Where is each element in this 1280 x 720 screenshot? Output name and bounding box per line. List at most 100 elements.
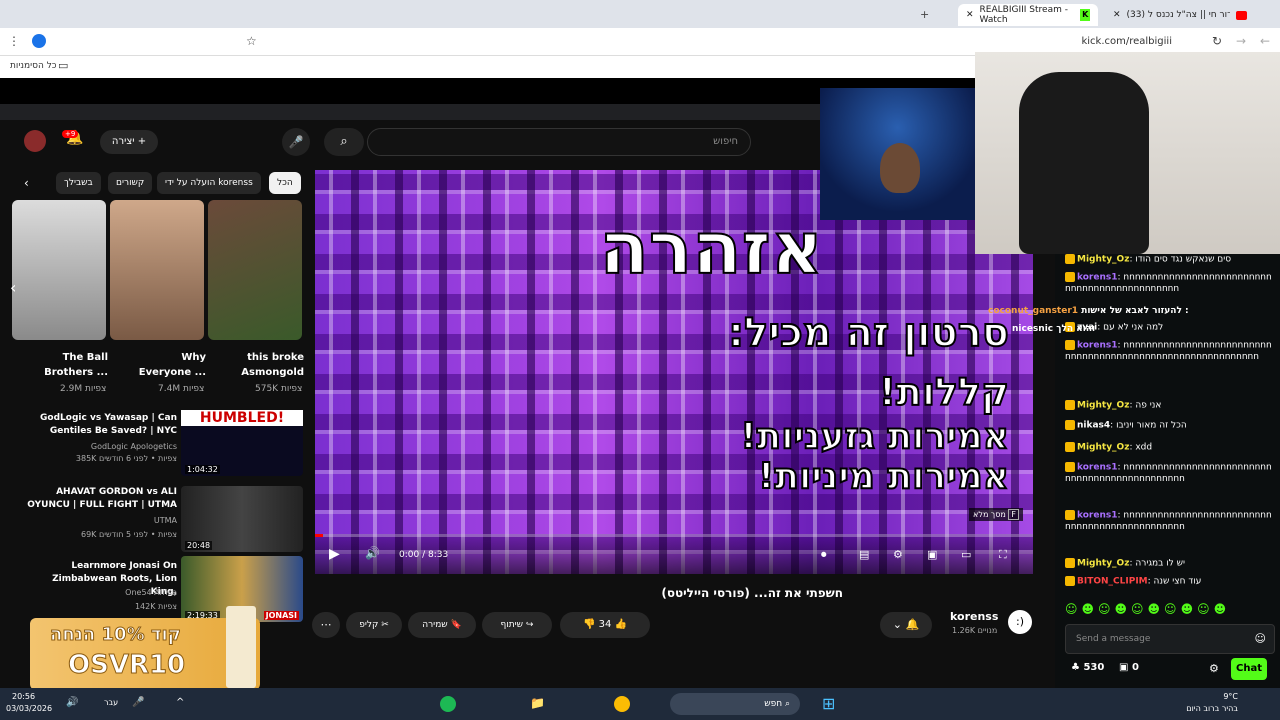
chat-message: korens1: nnnnnnnnnnnnnnnnnnnnnnnnnnnnnnn… <box>1065 462 1272 484</box>
close-icon[interactable]: ✕ <box>1113 10 1121 20</box>
tab-youtube[interactable]: ✕ (33) שידור חי || צה"ל נכנס ל <box>1105 4 1255 26</box>
video-player[interactable]: אזהרה סרטון זה מכיל: קללות! אמירות גזעני… <box>315 170 1033 574</box>
dislike-icon[interactable]: 👎 <box>583 619 595 630</box>
new-tab-icon[interactable]: + <box>920 8 929 21</box>
clock-date[interactable]: 03/03/2026 <box>6 704 52 713</box>
short-thumbnail[interactable] <box>110 200 204 340</box>
chat-username[interactable]: Mighty_Oz <box>1077 443 1129 453</box>
clip-button[interactable]: קליפ ✂ <box>346 612 402 638</box>
chat-text: xdd <box>1135 442 1153 453</box>
chat-username[interactable]: BITON_CLIPIM <box>1077 577 1148 587</box>
avatar[interactable] <box>24 130 46 152</box>
channel-avatar[interactable]: :) <box>1008 610 1032 634</box>
chevron-left-icon[interactable]: ‹ <box>24 176 29 190</box>
emote-bar[interactable]: ☺☻☺☻☺☻☺☻☺☻ <box>1065 602 1275 616</box>
taskbar-search[interactable]: חפש ⌕ <box>670 693 800 715</box>
short-title[interactable]: this broke Asmongold <box>232 350 304 380</box>
badge-icon <box>1065 576 1075 586</box>
chevron-up-icon[interactable]: ^ <box>176 697 184 708</box>
search-button[interactable]: ⌕ <box>324 128 364 156</box>
badge-icon <box>1065 400 1075 410</box>
windows-icon[interactable]: ⊞ <box>822 694 835 713</box>
mic-icon[interactable]: 🎤 <box>132 697 144 708</box>
short-title[interactable]: The Ball Brothers ... <box>36 350 108 380</box>
video-title[interactable]: AHAVAT GORDON vs ALI OYUNCU | FULL FIGHT… <box>27 486 177 512</box>
gear-icon[interactable]: ⚙ <box>1209 662 1219 675</box>
like-dislike-button[interactable]: 👎 34 👍 <box>560 612 650 638</box>
bookmarks-bar: כל הסימניות ▭ <box>0 56 975 78</box>
autoplay-toggle[interactable]: ⏺ <box>821 548 827 562</box>
time-display: 0:00 / 8:33 <box>399 550 449 560</box>
chrome-icon[interactable] <box>614 696 630 712</box>
tab-kick[interactable]: ✕ REALBIGIII Stream - Watch K <box>958 4 1098 26</box>
chat-username[interactable]: Mighty_Oz <box>1077 401 1129 411</box>
forward-icon[interactable]: → <box>1236 34 1246 48</box>
clock-time[interactable]: 20:56 <box>12 692 35 701</box>
back-icon[interactable]: ← <box>1260 34 1270 48</box>
points-display[interactable]: ♣ 530 <box>1071 662 1104 673</box>
save-button[interactable]: שמירה 🔖 <box>408 612 476 638</box>
chip-for-you[interactable]: בשבילך <box>56 172 101 194</box>
star-icon[interactable]: ☆ <box>246 34 257 48</box>
perfume-bottle-icon <box>226 606 256 688</box>
menu-icon[interactable]: ⋮ <box>8 34 20 48</box>
spotify-icon[interactable] <box>440 696 456 712</box>
short-thumbnail[interactable] <box>12 200 106 340</box>
share-button[interactable]: שיתוף ↪ <box>482 612 552 638</box>
fullscreen-icon[interactable]: ⛶ <box>999 548 1007 562</box>
cast-icon[interactable]: ▭ <box>961 548 971 561</box>
chip-uploaded-by[interactable]: הועלה על ידי korenss <box>157 172 261 194</box>
channel-name[interactable]: korenss <box>950 610 998 623</box>
chat-username[interactable]: korens1 <box>1077 463 1118 473</box>
chat-username[interactable]: korens1 <box>1077 511 1118 521</box>
subtitles-icon[interactable]: ▤ <box>859 548 869 561</box>
volume-icon[interactable]: 🔊 <box>66 697 78 708</box>
profile-icon[interactable] <box>32 34 46 48</box>
search-input[interactable]: חיפוש <box>367 128 751 156</box>
weather-temp[interactable]: 9°C <box>1223 692 1238 701</box>
video-meta: 142K צפיות <box>134 602 177 611</box>
chat-input[interactable]: Send a message ☺ <box>1065 624 1275 654</box>
mic-icon[interactable]: 🎤 <box>282 128 310 156</box>
folder-icon[interactable]: 📁 <box>530 696 545 710</box>
url-text[interactable]: kick.com/realbigiii <box>1081 36 1172 47</box>
short-views: 575K צפיות <box>255 384 303 394</box>
video-channel[interactable]: UTMA <box>27 516 177 525</box>
chip-related[interactable]: קשורים <box>108 172 153 194</box>
promo-banner: קוד 10% הנחה OSVR10 <box>30 606 260 690</box>
chat-username[interactable]: Mighty_Oz <box>1077 255 1129 265</box>
volume-icon[interactable]: 🔊 <box>365 546 380 560</box>
progress-bar[interactable] <box>315 534 1033 537</box>
chat-username[interactable]: korens1 <box>1077 341 1118 351</box>
video-meta: 385K צפיות • לפני 6 חודשים <box>75 454 177 463</box>
video-title[interactable]: GodLogic vs Yawasap | Can Gentiles Be Sa… <box>27 412 177 438</box>
chip-all[interactable]: הכל <box>269 172 301 194</box>
short-title[interactable]: Why Everyone ... <box>134 350 206 380</box>
chat-username[interactable]: korens1 <box>1077 273 1118 283</box>
chat-username[interactable]: nikas4 <box>1077 421 1110 431</box>
emoji-icon[interactable]: ☺ <box>1255 632 1266 645</box>
chat-send-button[interactable]: Chat <box>1231 658 1267 680</box>
video-channel[interactable]: One54 Africa <box>27 588 177 597</box>
reload-icon[interactable]: ↻ <box>1212 34 1222 48</box>
gifts-display[interactable]: ▣ 0 <box>1119 662 1139 673</box>
close-icon[interactable]: ✕ <box>966 10 974 20</box>
like-icon[interactable]: 👍 <box>615 619 627 630</box>
more-icon[interactable]: ⋯ <box>312 612 340 638</box>
create-button[interactable]: יצירה + <box>100 130 158 154</box>
miniplayer-icon[interactable]: ▣ <box>927 548 937 561</box>
language-indicator[interactable]: עבר <box>104 698 118 707</box>
subscribe-bell-button[interactable]: ⌄ 🔔 <box>880 612 932 638</box>
chevron-left-icon[interactable]: ‹ <box>10 278 16 297</box>
short-thumbnail[interactable] <box>208 200 302 340</box>
notification-badge: +9 <box>62 130 79 138</box>
play-icon[interactable]: ▶ <box>329 546 340 562</box>
youtube-logo-icon <box>1236 10 1247 20</box>
chat-username[interactable]: Mighty_Oz <box>1077 559 1129 569</box>
video-thumbnail[interactable]: 20:48 <box>181 486 303 552</box>
tab-label: (33) שידור חי || צה"ל נכנס ל <box>1126 10 1231 20</box>
gear-icon[interactable]: ⚙ <box>893 548 903 561</box>
bookmarks-folder[interactable]: כל הסימניות <box>10 61 57 71</box>
video-channel[interactable]: GodLogic Apologetics <box>27 442 177 451</box>
video-thumbnail[interactable]: HUMBLED! 1:04:32 <box>181 410 303 476</box>
